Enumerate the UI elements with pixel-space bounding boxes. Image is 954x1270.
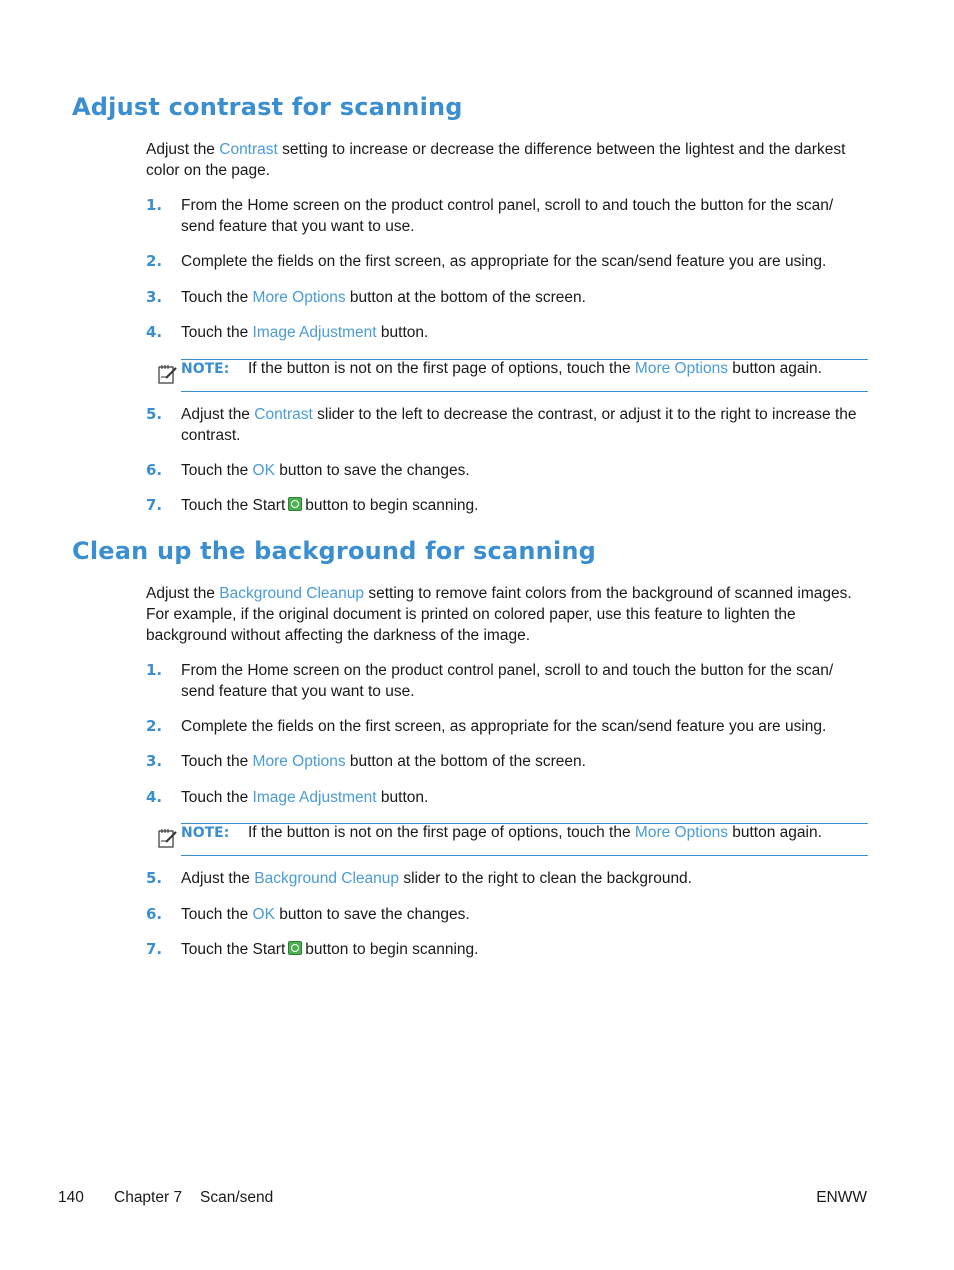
text: button again. <box>727 360 822 377</box>
step-text: Complete the fields on the first screen,… <box>181 718 827 735</box>
text: Touch the <box>181 289 253 306</box>
chapter-label: Chapter 7 <box>114 1189 183 1206</box>
step-number: 5. <box>146 869 163 887</box>
page-number: 140 <box>58 1189 84 1206</box>
step-number: 3. <box>146 752 163 770</box>
note-text: If the button is not on the first page o… <box>248 822 822 843</box>
step-number: 2. <box>146 717 163 735</box>
text: button to save the changes. <box>274 906 470 923</box>
step-text: From the Home screen on the product cont… <box>181 662 834 700</box>
start-button-icon <box>288 497 303 511</box>
note-label: NOTE: <box>181 361 230 377</box>
step-text: Touch the More Options button at the bot… <box>181 287 871 308</box>
text: slider to the right to clean the backgro… <box>399 870 692 887</box>
text: button at the bottom of the screen. <box>345 753 586 770</box>
more-options-link[interactable]: More Options <box>635 824 728 841</box>
step-text: Touch the Start button to begin scanning. <box>181 939 871 960</box>
text: button at the bottom of the screen. <box>345 289 586 306</box>
text: Touch the Start <box>181 497 286 514</box>
step-number: 6. <box>146 461 163 479</box>
step-number: 4. <box>146 323 163 341</box>
text: Touch the <box>181 789 253 806</box>
text: button. <box>376 789 429 806</box>
step-text: Adjust the Background Cleanup slider to … <box>181 868 871 889</box>
text: Touch the Start <box>181 941 286 958</box>
ok-link[interactable]: OK <box>253 462 275 479</box>
step-number: 4. <box>146 788 163 806</box>
step-text: Touch the Image Adjustment button. <box>181 322 871 343</box>
background-cleanup-link[interactable]: Background Cleanup <box>219 585 364 602</box>
section2-intro: Adjust the Background Cleanup setting to… <box>146 583 866 646</box>
step-number: 5. <box>146 405 163 423</box>
ok-link[interactable]: OK <box>253 906 275 923</box>
note-icon <box>158 365 177 384</box>
note-icon <box>158 829 177 848</box>
locale-code: ENWW <box>816 1189 867 1206</box>
contrast-link[interactable]: Contrast <box>219 141 278 158</box>
step-text: Touch the OK button to save the changes. <box>181 904 871 925</box>
text: If the button is not on the first page o… <box>248 824 635 841</box>
more-options-link[interactable]: More Options <box>635 360 728 377</box>
note-rule-bottom <box>181 391 868 392</box>
section-title-adjust-contrast: Adjust contrast for scanning <box>72 93 463 121</box>
note-box: NOTE: If the button is not on the first … <box>146 823 868 856</box>
chapter-title: Scan/send <box>200 1189 274 1206</box>
step-text: Adjust the Contrast slider to the left t… <box>181 404 871 446</box>
text: Touch the <box>181 753 253 770</box>
more-options-link[interactable]: More Options <box>253 289 346 306</box>
image-adjustment-link[interactable]: Image Adjustment <box>253 324 377 341</box>
text: If the button is not on the first page o… <box>248 360 635 377</box>
text: button to save the changes. <box>274 462 470 479</box>
text: Adjust the <box>181 870 255 887</box>
background-cleanup-link[interactable]: Background Cleanup <box>254 870 399 887</box>
image-adjustment-link[interactable]: Image Adjustment <box>253 789 377 806</box>
start-button-icon <box>288 941 303 955</box>
step-number: 7. <box>146 496 163 514</box>
intro-text: Adjust the <box>146 585 220 602</box>
text: Touch the <box>181 462 253 479</box>
text: button to begin scanning. <box>305 497 479 514</box>
note-text: If the button is not on the first page o… <box>248 358 822 379</box>
step-text: Touch the More Options button at the bot… <box>181 751 871 772</box>
section1-intro: Adjust the Contrast setting to increase … <box>146 139 866 181</box>
step-number: 1. <box>146 661 163 679</box>
contrast-link[interactable]: Contrast <box>254 406 313 423</box>
intro-text: Adjust the <box>146 141 220 158</box>
step-number: 1. <box>146 196 163 214</box>
step-number: 3. <box>146 288 163 306</box>
more-options-link[interactable]: More Options <box>253 753 346 770</box>
step-text: From the Home screen on the product cont… <box>181 197 834 235</box>
text: button again. <box>727 824 822 841</box>
note-box: NOTE: If the button is not on the first … <box>146 359 868 392</box>
section-title-clean-background: Clean up the background for scanning <box>72 537 597 565</box>
step-text: Touch the Start button to begin scanning. <box>181 495 871 516</box>
text: Touch the <box>181 906 253 923</box>
text: Touch the <box>181 324 253 341</box>
step-text: Complete the fields on the first screen,… <box>181 253 827 270</box>
step-number: 7. <box>146 940 163 958</box>
step-text: Touch the Image Adjustment button. <box>181 787 871 808</box>
text: button. <box>376 324 429 341</box>
note-rule-bottom <box>181 855 868 856</box>
text: Adjust the <box>181 406 255 423</box>
step-number: 2. <box>146 252 163 270</box>
step-text: Touch the OK button to save the changes. <box>181 460 871 481</box>
step-number: 6. <box>146 905 163 923</box>
text: button to begin scanning. <box>305 941 479 958</box>
note-label: NOTE: <box>181 825 230 841</box>
